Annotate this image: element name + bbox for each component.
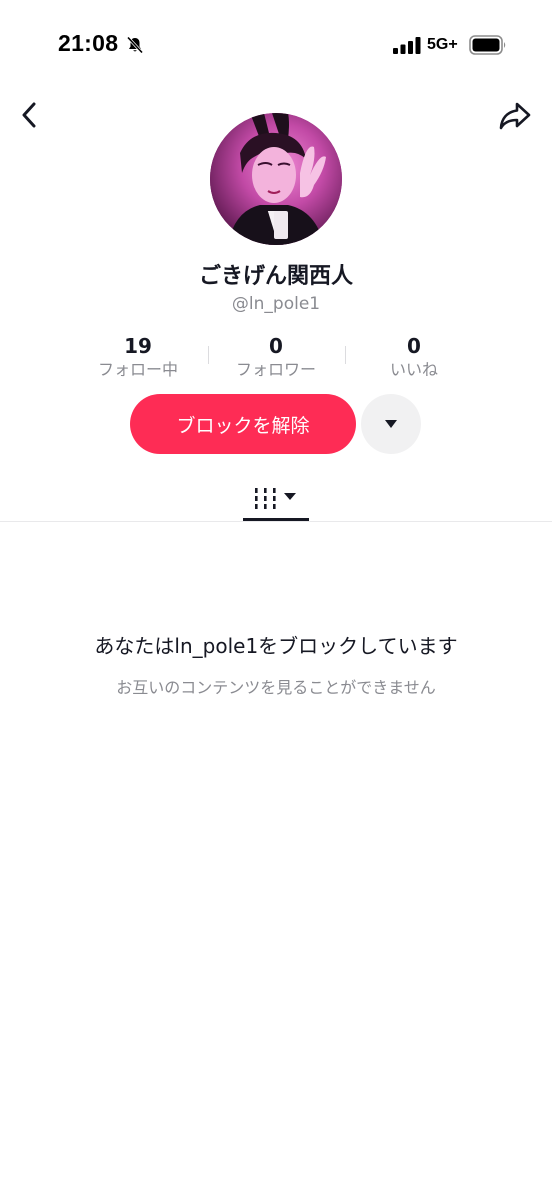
- stat-followers-label: フォロワー: [235, 360, 316, 379]
- stat-following-label: フォロー中: [97, 360, 178, 379]
- stat-following-count: 19: [124, 334, 152, 358]
- stat-followers-count: 0: [269, 334, 283, 358]
- bell-muted-icon: [126, 36, 144, 54]
- chevron-left-icon: [22, 102, 36, 128]
- stat-following[interactable]: 19 フォロー中: [70, 334, 206, 381]
- profile-stats: 19 フォロー中 0 フォロワー 0 いいね: [70, 334, 482, 380]
- stat-likes[interactable]: 0 いいね: [346, 334, 482, 381]
- avatar[interactable]: [210, 113, 342, 245]
- signal-icon: [393, 37, 421, 54]
- username-handle: @ln_pole1: [231, 294, 321, 314]
- more-options-button[interactable]: [361, 394, 421, 454]
- share-button[interactable]: [497, 98, 533, 134]
- avatar-image: [210, 113, 342, 245]
- blocked-message-subtitle: お互いのコンテンツを見ることができません: [116, 678, 436, 697]
- tab-videos[interactable]: [243, 476, 309, 522]
- stat-followers[interactable]: 0 フォロワー: [208, 334, 344, 381]
- back-button[interactable]: [12, 98, 46, 132]
- share-arrow-icon: [499, 102, 531, 130]
- unblock-button-label: ブロックを解除: [176, 414, 310, 437]
- stat-likes-count: 0: [407, 334, 421, 358]
- display-name: ごきげん関西人: [198, 264, 353, 289]
- grid-columns-icon: [255, 488, 296, 509]
- stat-likes-label: いいね: [389, 360, 438, 379]
- blocked-message-title: あなたはln_pole1をブロックしています: [94, 634, 458, 658]
- status-bar: 21:08 5G+: [0, 0, 552, 92]
- profile-screen: 21:08 5G+ ごきげん関西人 @ln_pole1 19 フォロー中 0 フ…: [0, 0, 552, 1200]
- network-type: 5G+: [427, 36, 458, 53]
- battery-icon: [469, 35, 506, 55]
- tab-bar-divider: [0, 521, 552, 522]
- caret-down-icon: [385, 420, 397, 428]
- unblock-button[interactable]: ブロックを解除: [130, 394, 356, 454]
- status-time: 21:08: [58, 30, 119, 56]
